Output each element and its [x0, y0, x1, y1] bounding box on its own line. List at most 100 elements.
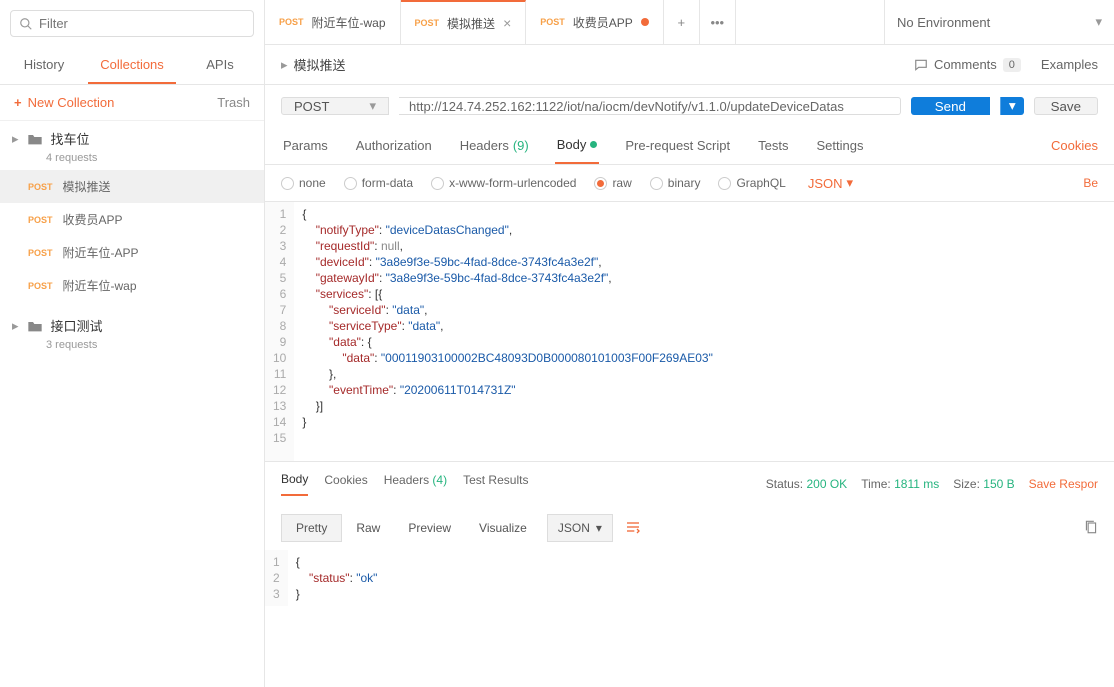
request-item[interactable]: POST 附近车位-wap — [0, 269, 264, 302]
more-tabs-button[interactable]: ••• — [700, 0, 736, 44]
collection-meta: 3 requests — [46, 339, 264, 351]
radio-icon — [281, 177, 294, 190]
method-badge: POST — [28, 281, 53, 291]
request-item[interactable]: POST 附近车位-APP — [0, 236, 264, 269]
tab-params[interactable]: Params — [281, 128, 330, 163]
request-item[interactable]: POST 收费员APP — [0, 203, 264, 236]
method-badge: POST — [28, 215, 53, 225]
radio-label: none — [299, 176, 326, 190]
breadcrumb[interactable]: ▸ 模拟推送 — [281, 55, 346, 74]
request-tab[interactable]: POST 附近车位-wap — [265, 0, 401, 44]
tab-history[interactable]: History — [0, 47, 88, 84]
collection-name: 接口测试 — [51, 316, 103, 335]
breadcrumb-row: ▸ 模拟推送 Comments 0 Examples — [265, 45, 1114, 85]
cookies-link[interactable]: Cookies — [1051, 138, 1098, 153]
radio-label: GraphQL — [736, 176, 785, 190]
response-editor[interactable]: 123 { "status": "ok"} — [265, 550, 1114, 616]
radio-icon — [344, 177, 357, 190]
request-tabs: Params Authorization Headers (9) Body Pr… — [265, 127, 1114, 165]
radio-icon — [650, 177, 663, 190]
filter-box[interactable] — [10, 10, 254, 37]
body-label: Body — [557, 137, 587, 152]
preview-button[interactable]: Preview — [394, 515, 465, 541]
comments-label: Comments — [934, 57, 997, 72]
url-input[interactable]: http://124.74.252.162:1122/iot/na/iocm/d… — [399, 97, 901, 115]
method-select[interactable]: POST ▾ — [281, 97, 389, 115]
save-button[interactable]: Save — [1034, 97, 1098, 115]
close-icon[interactable]: × — [503, 15, 511, 31]
body-types: none form-data x-www-form-urlencoded raw… — [265, 165, 1114, 201]
radio-raw[interactable]: raw — [594, 176, 631, 190]
pretty-button[interactable]: Pretty — [281, 514, 342, 542]
request-tab[interactable]: POST 收费员APP — [526, 0, 664, 44]
chevron-down-icon: ▾ — [1095, 14, 1102, 30]
send-dropdown[interactable]: ▾ — [1000, 97, 1024, 115]
tab-title: 收费员APP — [573, 14, 633, 31]
radio-graphql[interactable]: GraphQL — [718, 176, 785, 190]
radio-binary[interactable]: binary — [650, 176, 701, 190]
time-value: 1811 ms — [894, 477, 939, 491]
code-area[interactable]: { "notifyType": "deviceDatasChanged", "r… — [294, 202, 720, 461]
response-format-select[interactable]: JSON ▾ — [547, 514, 613, 542]
sidebar-tabs: History Collections APIs — [0, 47, 264, 85]
radio-icon — [431, 177, 444, 190]
url-row: POST ▾ http://124.74.252.162:1122/iot/na… — [265, 85, 1114, 127]
comment-icon — [914, 58, 928, 72]
new-collection-button[interactable]: + New Collection — [14, 95, 114, 110]
headers-count: (9) — [513, 138, 529, 153]
request-name: 收费员APP — [63, 211, 123, 228]
request-item[interactable]: POST 模拟推送 — [0, 170, 264, 203]
visualize-button[interactable]: Visualize — [465, 515, 541, 541]
status-value: 200 OK — [806, 477, 847, 491]
collection-folder[interactable]: ▸ 接口测试 — [0, 308, 264, 343]
search-icon — [19, 17, 33, 31]
main-panel: POST 附近车位-wap POST 模拟推送 × POST 收费员APP + … — [265, 0, 1114, 687]
resp-tab-testresults[interactable]: Test Results — [463, 473, 528, 495]
chevron-down-icon: ▾ — [596, 521, 602, 535]
chevron-down-icon: ▾ — [369, 98, 376, 114]
beautify-link[interactable]: Be — [1083, 176, 1098, 190]
folder-icon — [27, 132, 43, 146]
radio-xwww[interactable]: x-www-form-urlencoded — [431, 176, 576, 190]
body-editor[interactable]: 123456789101112131415 { "notifyType": "d… — [265, 201, 1114, 461]
tab-settings[interactable]: Settings — [814, 128, 865, 163]
new-tab-button[interactable]: + — [664, 0, 700, 44]
radio-none[interactable]: none — [281, 176, 326, 190]
tab-title: 附近车位-wap — [312, 14, 386, 31]
tab-tests[interactable]: Tests — [756, 128, 790, 163]
folder-icon — [27, 319, 43, 333]
trash-link[interactable]: Trash — [217, 95, 250, 110]
tab-body[interactable]: Body — [555, 127, 600, 164]
collection-folder[interactable]: ▸ 找车位 — [0, 121, 264, 156]
copy-icon[interactable] — [1084, 519, 1098, 538]
save-response-button[interactable]: Save Respor — [1029, 477, 1098, 491]
time-label: Time: — [861, 477, 891, 491]
url-value: http://124.74.252.162:1122/iot/na/iocm/d… — [409, 99, 844, 114]
resp-tab-headers[interactable]: Headers (4) — [384, 473, 447, 495]
request-name: 模拟推送 — [63, 178, 111, 195]
line-gutter: 123 — [265, 550, 288, 606]
environment-select[interactable]: No Environment ▾ — [884, 0, 1114, 44]
filter-input[interactable] — [39, 16, 245, 31]
resp-tab-body[interactable]: Body — [281, 472, 308, 496]
tab-headers[interactable]: Headers (9) — [458, 128, 531, 163]
code-area[interactable]: { "status": "ok"} — [288, 550, 386, 606]
tab-authorization[interactable]: Authorization — [354, 128, 434, 163]
wrap-lines-icon[interactable] — [621, 516, 645, 541]
caret-right-icon: ▸ — [281, 57, 288, 73]
raw-format-select[interactable]: JSON ▾ — [808, 175, 853, 191]
caret-right-icon: ▸ — [12, 131, 19, 147]
dirty-dot-icon — [641, 18, 649, 26]
raw-button[interactable]: Raw — [342, 515, 394, 541]
resp-tab-cookies[interactable]: Cookies — [324, 473, 367, 495]
resp-headers-label: Headers — [384, 473, 429, 487]
tab-prerequest[interactable]: Pre-request Script — [623, 128, 732, 163]
tab-collections[interactable]: Collections — [88, 47, 176, 84]
tab-apis[interactable]: APIs — [176, 47, 264, 84]
response-toolbar: Pretty Raw Preview Visualize JSON ▾ — [265, 506, 1114, 550]
request-tab[interactable]: POST 模拟推送 × — [401, 0, 527, 44]
comments-button[interactable]: Comments 0 — [914, 57, 1021, 72]
radio-formdata[interactable]: form-data — [344, 176, 413, 190]
send-button[interactable]: Send — [911, 97, 990, 115]
examples-button[interactable]: Examples — [1041, 57, 1098, 72]
